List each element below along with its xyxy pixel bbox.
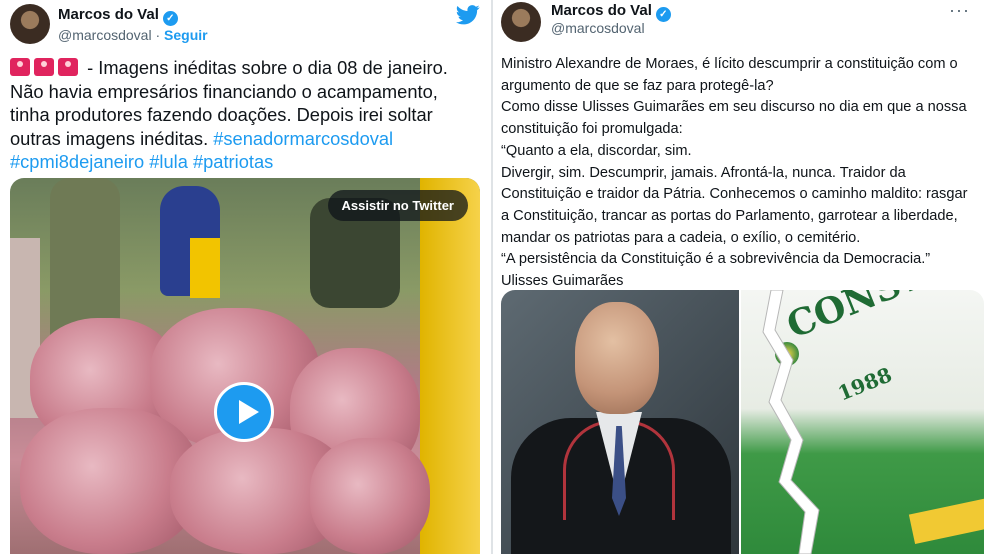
video-player[interactable]: Assistir no Twitter [10, 178, 480, 554]
head [575, 302, 659, 414]
rotating-light-emoji-2 [34, 58, 54, 76]
hashtag-link[interactable]: #patriotas [193, 151, 273, 172]
hashtag-link[interactable]: #senadormarcosdoval [213, 128, 393, 149]
meat-bag [310, 438, 430, 554]
watch-on-twitter-button[interactable]: Assistir no Twitter [327, 190, 468, 221]
tweet-paragraph: “Quanto a ela, discordar, sim. [501, 142, 692, 159]
follow-button[interactable]: Seguir [164, 27, 208, 43]
author-handle-row: @marcosdoval · Seguir [58, 27, 208, 43]
author-name[interactable]: Marcos do Val ✓ [58, 6, 178, 26]
verified-badge-icon: ✓ [655, 7, 671, 22]
author-name[interactable]: Marcos do Val ✓ [551, 2, 671, 22]
tweet-paragraph: Como disse Ulisses Guimarães em seu disc… [501, 99, 967, 138]
author-name-text[interactable]: Marcos do Val [58, 6, 159, 23]
shirt-yellow [190, 238, 220, 298]
rotating-light-emoji-1 [10, 58, 30, 76]
author-handle[interactable]: @marcosdoval [551, 20, 645, 36]
verified-badge-icon: ✓ [162, 11, 178, 26]
avatar[interactable] [501, 2, 541, 42]
hashtag-link[interactable]: #cpmi8dejaneiro [10, 151, 144, 172]
tweet-card-1: Marcos do Val ✓ @marcosdoval · Seguir - I… [0, 0, 491, 554]
torn-paper-crack [762, 290, 820, 554]
tweet-paragraph: Divergir, sim. Descumprir, jamais. Afron… [501, 164, 968, 246]
hashtag-link[interactable]: #lula [149, 151, 188, 172]
author-name-text[interactable]: Marcos do Val [551, 2, 652, 19]
play-icon[interactable] [214, 382, 274, 442]
tweet-card-2: Marcos do Val ✓ @marcosdoval ··· Ministro… [493, 0, 984, 554]
more-options-icon[interactable]: ··· [949, 0, 970, 21]
constitution-photo[interactable]: CONSTITUIÇÃO 1988 [741, 290, 984, 554]
twitter-logo-icon[interactable] [456, 5, 480, 25]
avatar[interactable] [10, 4, 50, 44]
tweet-paragraph: Ministro Alexandre de Moraes, é lícito d… [501, 56, 958, 94]
separator-dot: · [155, 27, 161, 43]
rotating-light-emoji-3 [58, 58, 78, 76]
tweet-image-grid[interactable]: CONSTITUIÇÃO 1988 [501, 290, 984, 554]
portrait-photo[interactable] [501, 290, 739, 554]
author-handle[interactable]: @marcosdoval [58, 27, 152, 43]
tweet-text: - Imagens inéditas sobre o dia 08 de jan… [10, 56, 480, 174]
tweet-text: Ministro Alexandre de Moraes, é lícito d… [501, 54, 979, 293]
tweet-paragraph: “A persistência da Constituição é a sobr… [501, 251, 931, 268]
